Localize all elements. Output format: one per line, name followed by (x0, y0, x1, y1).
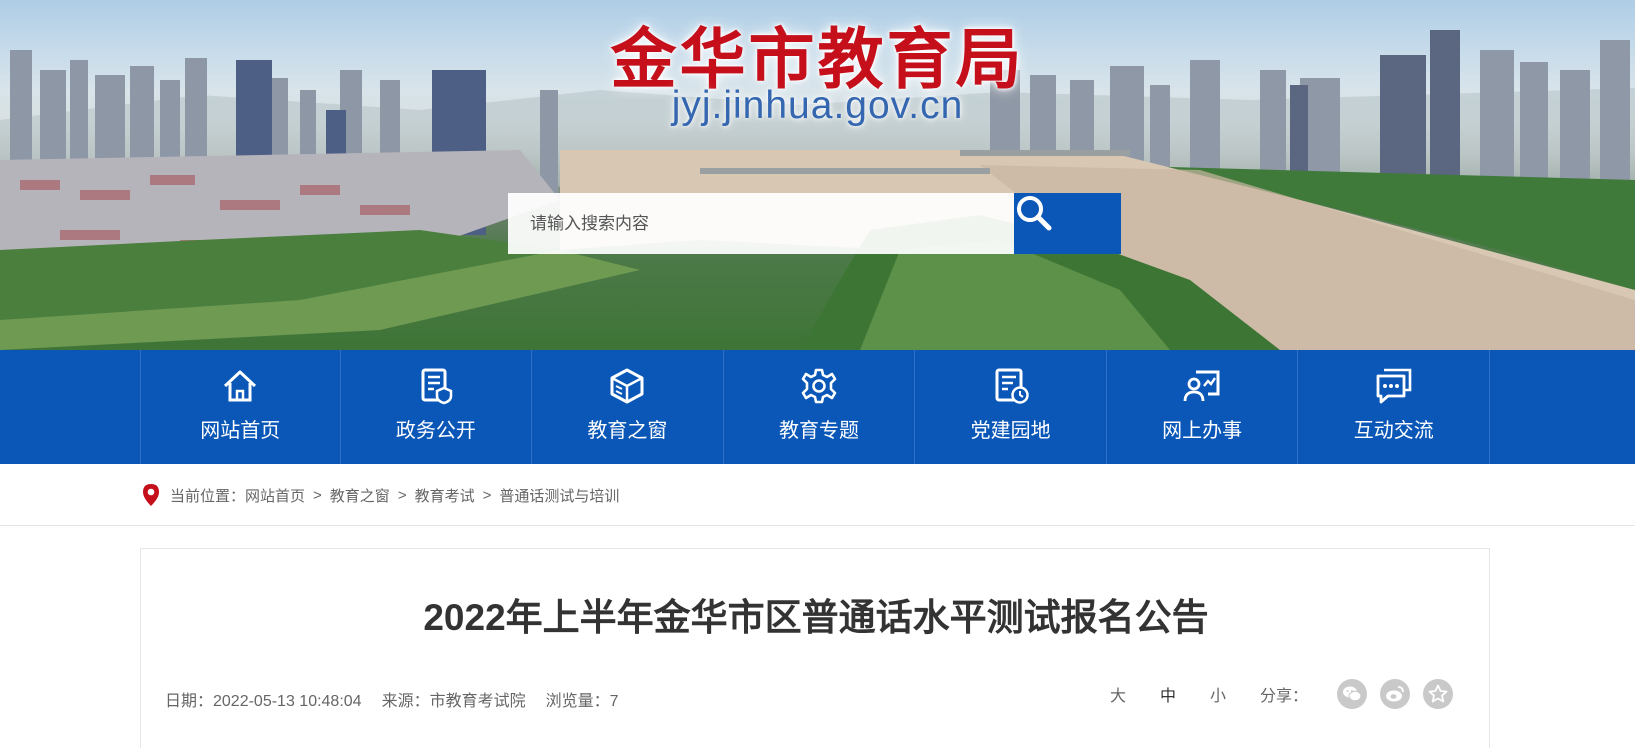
breadcrumb: 当前位置： 网站首页 > 教育之窗 > 教育考试 > 普通话测试与培训 (142, 464, 619, 526)
share-weibo-button[interactable] (1380, 679, 1410, 709)
nav-item-party-building[interactable]: 党建园地 (915, 350, 1107, 464)
nav-item-home[interactable]: 网站首页 (141, 350, 341, 464)
wechat-icon (1343, 686, 1362, 702)
article-source: 来源：市教育考试院 (381, 693, 526, 710)
breadcrumb-link-education-window[interactable]: 教育之窗 (330, 485, 390, 506)
breadcrumb-link-putonghua-test[interactable]: 普通话测试与培训 (499, 485, 619, 506)
share-label: 分享： (1259, 688, 1308, 705)
main-nav: 网站首页 政务公开 教育之窗 教育专题 党建园地 网上办事 互动交流 (0, 350, 1635, 464)
nav-item-education-topics[interactable]: 教育专题 (724, 350, 916, 464)
article-date: 日期：2022-05-13 10:48:04 (165, 693, 362, 710)
breadcrumb-bar: 当前位置： 网站首页 > 教育之窗 > 教育考试 > 普通话测试与培训 (0, 464, 1635, 526)
nav-item-label: 网站首页 (200, 420, 281, 442)
search-input[interactable] (508, 193, 1014, 254)
article-views: 浏览量：7 (545, 693, 619, 710)
font-size-small-button[interactable]: 小 (1210, 682, 1226, 706)
location-pin-icon (143, 484, 159, 506)
person-chart-icon (1183, 370, 1220, 402)
site-domain: jyj.jinhua.gov.cn (671, 84, 964, 127)
nav-item-interaction[interactable]: 互动交流 (1298, 350, 1491, 464)
nav-item-online-services[interactable]: 网上办事 (1107, 350, 1299, 464)
breadcrumb-link-education-exams[interactable]: 教育考试 (415, 485, 475, 506)
nav-item-label: 教育专题 (779, 420, 859, 442)
document-clock-icon (995, 368, 1029, 404)
nav-item-label: 教育之窗 (587, 420, 668, 442)
breadcrumb-separator: > (397, 486, 407, 504)
home-icon (224, 370, 257, 402)
search-button[interactable] (1014, 193, 1121, 254)
share-favorite-button[interactable] (1423, 679, 1453, 709)
weibo-icon (1386, 686, 1404, 702)
gear-icon (801, 368, 837, 404)
article-meta: 日期：2022-05-13 10:48:04 来源：市教育考试院 浏览量：7 (165, 687, 619, 711)
nav-item-label: 网上办事 (1162, 420, 1243, 442)
breadcrumb-separator: > (313, 486, 322, 504)
share-wechat-button[interactable] (1337, 679, 1367, 709)
font-size-medium-button[interactable]: 中 (1160, 682, 1176, 706)
breadcrumb-prefix: 当前位置： (170, 487, 246, 505)
document-shield-icon (421, 368, 453, 405)
cube-icon (610, 368, 644, 404)
article-panel: 2022年上半年金华市区普通话水平测试报名公告 日期：2022-05-13 10… (140, 548, 1490, 748)
nav-item-government-affairs[interactable]: 政务公开 (341, 350, 533, 464)
article-tools: 大 中 小 分享： (1110, 679, 1453, 709)
font-size-large-button[interactable]: 大 (1110, 682, 1126, 706)
main-nav-items: 网站首页 政务公开 教育之窗 教育专题 党建园地 网上办事 互动交流 (140, 350, 1491, 464)
breadcrumb-separator: > (482, 486, 492, 504)
nav-item-label: 政务公开 (395, 420, 476, 442)
chat-bubble-icon (1376, 368, 1412, 404)
nav-item-label: 互动交流 (1353, 420, 1434, 442)
header-banner: 金华市教育局 jyj.jinhua.gov.cn (0, 0, 1635, 350)
favorite-star-icon (1428, 684, 1448, 703)
article-title: 2022年上半年金华市区普通话水平测试报名公告 (423, 597, 1209, 638)
search-icon (1017, 196, 1052, 231)
nav-item-education-window[interactable]: 教育之窗 (532, 350, 724, 464)
breadcrumb-link-home[interactable]: 网站首页 (245, 485, 305, 506)
nav-item-label: 党建园地 (970, 420, 1051, 442)
